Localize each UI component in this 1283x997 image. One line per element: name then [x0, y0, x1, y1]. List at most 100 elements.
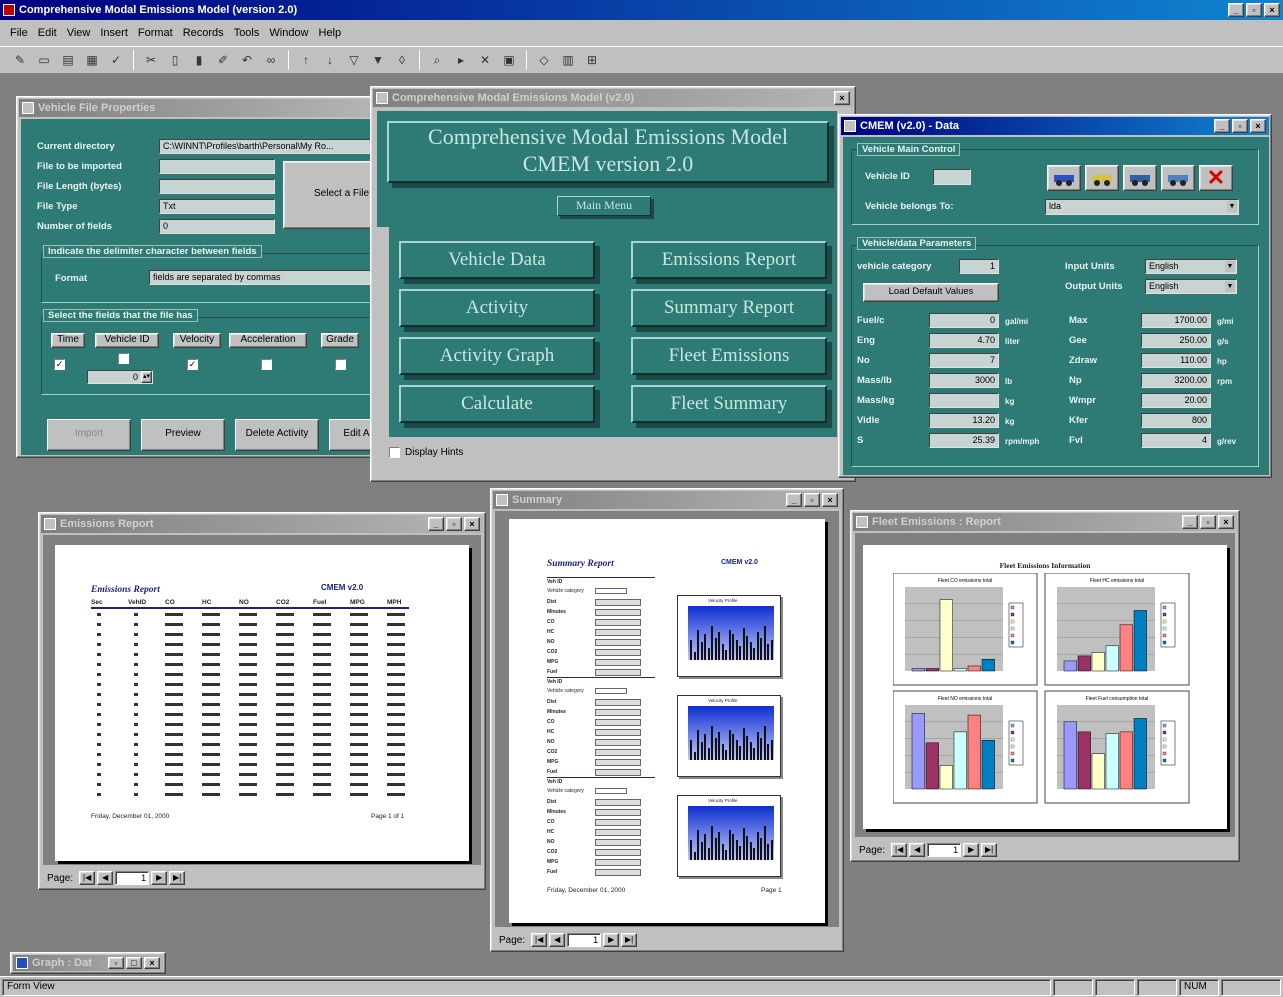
param-value[interactable] [929, 393, 999, 408]
vehicle-id-field[interactable] [933, 169, 971, 185]
param-value[interactable]: 4 [1141, 433, 1211, 448]
field-velocity-toggle[interactable]: Velocity [173, 333, 221, 348]
data-maximize-button[interactable]: ▫ [1232, 119, 1248, 133]
input-units-select[interactable]: English ▼ [1145, 259, 1237, 274]
find-icon[interactable]: ⌕ [427, 50, 447, 70]
param-value[interactable]: 7 [929, 353, 999, 368]
display-hints-checkbox[interactable] [389, 447, 400, 458]
first-page-icon[interactable]: |◀ [891, 843, 908, 857]
copy-icon[interactable]: ▯ [165, 50, 185, 70]
stepper-arrows-icon[interactable]: ▴▾ [141, 371, 152, 383]
build-icon[interactable]: ◇ [534, 50, 554, 70]
vehicle-belongs-select[interactable]: lda ▼ [1045, 199, 1239, 215]
page-number-input[interactable]: 1 [927, 843, 962, 857]
summary-report-button[interactable]: Summary Report [631, 289, 827, 327]
undo-icon[interactable]: ↶ [237, 50, 257, 70]
new-object-icon[interactable]: ⊞ [582, 50, 602, 70]
param-value[interactable]: 800 [1141, 413, 1211, 428]
delete-record-icon[interactable]: ✕ [475, 50, 495, 70]
fleet-close-button[interactable]: × [1218, 515, 1234, 529]
vehicle-delete-icon[interactable]: ✕ [1199, 165, 1233, 191]
fleet-summary-button[interactable]: Fleet Summary [631, 385, 827, 423]
acceleration-checkbox[interactable] [261, 359, 272, 370]
cut-icon[interactable]: ✂ [141, 50, 161, 70]
format-painter-icon[interactable]: ✐ [213, 50, 233, 70]
paste-icon[interactable]: ▮ [189, 50, 209, 70]
last-page-icon[interactable]: ▶| [981, 843, 998, 857]
activity-graph-button[interactable]: Activity Graph [399, 337, 595, 375]
fleet-maximize-button[interactable]: ▫ [1200, 515, 1216, 529]
field-time-toggle[interactable]: Time [51, 333, 85, 348]
activity-button[interactable]: Activity [399, 289, 595, 327]
menu-records[interactable]: Records [183, 27, 224, 39]
design-view-icon[interactable]: ✎ [10, 50, 30, 70]
format-field[interactable]: fields are separated by commas [149, 270, 379, 285]
field-vehicle-id-toggle[interactable]: Vehicle ID [95, 333, 159, 348]
param-value[interactable]: 1700.00 [1141, 313, 1211, 328]
new-record-icon[interactable]: ▸ [451, 50, 471, 70]
page-number-input[interactable]: 1 [567, 933, 602, 947]
file-length-field[interactable] [159, 179, 275, 194]
output-units-select[interactable]: English ▼ [1145, 279, 1237, 294]
close-button[interactable]: × [1264, 3, 1280, 17]
field-acceleration-toggle[interactable]: Acceleration [229, 333, 307, 348]
prev-page-icon[interactable]: ◀ [97, 871, 114, 885]
restore-button[interactable]: ▫ [108, 957, 124, 969]
apply-filter-icon[interactable]: ◊ [392, 50, 412, 70]
emissions-report-button[interactable]: Emissions Report [631, 241, 827, 279]
maximize-button[interactable]: ▫ [1246, 3, 1262, 17]
menu-window[interactable]: Window [269, 27, 308, 39]
param-value[interactable]: 13.20 [929, 413, 999, 428]
param-value[interactable]: 250.00 [1141, 333, 1211, 348]
vehicle-next-icon[interactable] [1123, 165, 1157, 191]
summary-close-button[interactable]: × [822, 493, 838, 507]
next-page-icon[interactable]: ▶ [151, 871, 168, 885]
vehicle-refresh-icon[interactable] [1047, 165, 1081, 191]
field-grade-toggle[interactable]: Grade [321, 333, 359, 348]
close-button[interactable]: × [144, 957, 160, 969]
dropdown-arrow-icon[interactable]: ▼ [1225, 281, 1235, 292]
number-fields-field[interactable]: 0 [159, 219, 275, 234]
file-import-field[interactable] [159, 159, 275, 174]
emissions-close-button[interactable]: × [464, 517, 480, 531]
sort-desc-icon[interactable]: ↓ [320, 50, 340, 70]
print-icon[interactable]: ▤ [58, 50, 78, 70]
menu-file[interactable]: File [10, 27, 28, 39]
filter-selection-icon[interactable]: ▽ [344, 50, 364, 70]
next-page-icon[interactable]: ▶ [963, 843, 980, 857]
menu-edit[interactable]: Edit [38, 27, 57, 39]
calculate-button[interactable]: Calculate [399, 385, 595, 423]
save-icon[interactable]: ▭ [34, 50, 54, 70]
main-menu-button[interactable]: Main Menu [557, 196, 651, 216]
dropdown-arrow-icon[interactable]: ▼ [1225, 261, 1235, 272]
first-page-icon[interactable]: |◀ [79, 871, 96, 885]
data-close-button[interactable]: × [1250, 119, 1266, 133]
vehicle-add-icon[interactable] [1085, 165, 1119, 191]
menu-tools[interactable]: Tools [234, 27, 260, 39]
spelling-icon[interactable]: ✓ [106, 50, 126, 70]
param-value[interactable]: 25.39 [929, 433, 999, 448]
database-window-icon[interactable]: ▥ [558, 50, 578, 70]
param-value[interactable]: 3200.00 [1141, 373, 1211, 388]
summary-minimize-button[interactable]: _ [786, 493, 802, 507]
hyperlink-icon[interactable]: ∞ [261, 50, 281, 70]
maximize-button[interactable]: □ [126, 957, 142, 969]
properties-icon[interactable]: ▣ [499, 50, 519, 70]
next-page-icon[interactable]: ▶ [603, 933, 620, 947]
fleet-minimize-button[interactable]: _ [1182, 515, 1198, 529]
menu-format[interactable]: Format [138, 27, 173, 39]
vehicle-data-button[interactable]: Vehicle Data [399, 241, 595, 279]
print-preview-icon[interactable]: ▦ [82, 50, 102, 70]
sort-asc-icon[interactable]: ↑ [296, 50, 316, 70]
param-value[interactable]: 110.00 [1141, 353, 1211, 368]
category-field[interactable]: 1 [959, 259, 999, 274]
first-page-icon[interactable]: |◀ [531, 933, 548, 947]
summary-maximize-button[interactable]: ▫ [804, 493, 820, 507]
page-number-input[interactable]: 1 [115, 871, 150, 885]
import-button[interactable]: Import [47, 419, 131, 451]
file-type-field[interactable]: Txt [159, 199, 275, 214]
emissions-maximize-button[interactable]: ▫ [446, 517, 462, 531]
param-value[interactable]: 3000 [929, 373, 999, 388]
menu-help[interactable]: Help [319, 27, 342, 39]
time-checkbox[interactable]: ✓ [54, 359, 65, 370]
